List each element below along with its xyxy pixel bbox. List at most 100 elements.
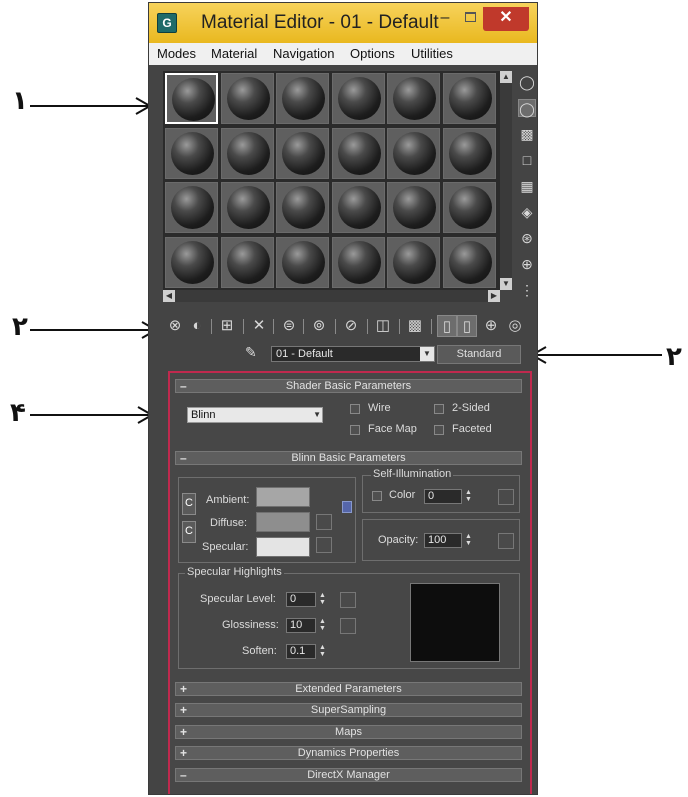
material-sample-slot[interactable]	[331, 236, 385, 288]
material-id-channel-icon[interactable]: ◫	[373, 315, 393, 337]
diffuse-map-button[interactable]	[316, 514, 332, 530]
reset-map-icon[interactable]: ✕	[249, 315, 269, 337]
rollout-supersampling[interactable]: + SuperSampling	[175, 703, 522, 717]
sample-uv-tiling-icon[interactable]: □	[518, 151, 536, 169]
expand-toggle[interactable]: +	[180, 704, 187, 716]
opacity-spinner[interactable]: 100	[424, 533, 462, 548]
go-to-parent-icon[interactable]: ▯	[457, 315, 477, 337]
material-sample-slot[interactable]	[331, 182, 385, 233]
chevron-down-icon[interactable]: ▼	[313, 408, 321, 422]
spinner-arrows-icon[interactable]: ▲ ▼	[318, 592, 327, 607]
material-sample-slot[interactable]	[442, 236, 496, 288]
material-sample-slot[interactable]	[442, 182, 496, 233]
put-to-scene-icon[interactable]: ◐	[187, 315, 207, 337]
glossiness-spinner[interactable]: 10	[286, 618, 316, 633]
spinner-arrows-icon[interactable]: ▲ ▼	[464, 533, 473, 548]
material-sample-slot[interactable]	[276, 182, 329, 233]
material-sample-slot[interactable]	[220, 236, 274, 288]
material-map-navigator-icon[interactable]: ⋮	[518, 281, 536, 299]
material-sample-slot[interactable]	[276, 236, 329, 288]
shader-type-dropdown[interactable]: Blinn ▼	[187, 407, 323, 423]
self-illumination-spinner[interactable]: 0	[424, 489, 462, 504]
sample-type-sphere-icon[interactable]: ◯	[518, 73, 536, 91]
assign-to-selection-icon[interactable]: ⊞	[217, 315, 237, 337]
faceted-checkbox[interactable]	[434, 425, 444, 435]
rollout-directx-manager[interactable]: – DirectX Manager	[175, 768, 522, 782]
opacity-map-button[interactable]	[498, 533, 514, 549]
menu-modes[interactable]: Modes	[157, 46, 196, 61]
scroll-up-arrow-icon[interactable]: ▲	[500, 71, 512, 83]
go-forward-to-sibling-icon[interactable]: ⊕	[481, 315, 501, 337]
title-bar[interactable]: G Material Editor - 01 - Default – ✕	[149, 3, 537, 43]
material-sample-slot[interactable]	[165, 73, 218, 124]
material-sample-slot[interactable]	[220, 127, 274, 179]
lock-diffuse-specular-button[interactable]: C	[182, 521, 196, 543]
options-icon[interactable]: ⊛	[518, 229, 536, 247]
material-sample-slot[interactable]	[331, 73, 385, 124]
rollout-dynamics-properties[interactable]: + Dynamics Properties	[175, 746, 522, 760]
specular-map-button[interactable]	[316, 537, 332, 553]
menu-utilities[interactable]: Utilities	[411, 46, 453, 61]
wire-checkbox[interactable]	[350, 404, 360, 414]
background-checker-icon[interactable]: ▩	[518, 125, 536, 143]
eyedropper-icon[interactable]: ✎	[245, 344, 261, 362]
collapse-toggle[interactable]: –	[180, 452, 187, 464]
rollout-blinn-basic-parameters[interactable]: – Blinn Basic Parameters	[175, 451, 522, 465]
material-sample-slot[interactable]	[220, 182, 274, 233]
self-illumination-map-button[interactable]	[498, 489, 514, 505]
self-illumination-color-checkbox[interactable]	[372, 491, 382, 501]
menu-material[interactable]: Material	[211, 46, 257, 61]
lock-icon[interactable]	[342, 501, 352, 513]
specular-level-spinner[interactable]: 0	[286, 592, 316, 607]
collapse-toggle[interactable]: –	[180, 769, 187, 781]
diffuse-color-swatch[interactable]	[256, 512, 310, 532]
copy-material-icon[interactable]: ⊜	[279, 315, 299, 337]
glossiness-map-button[interactable]	[340, 618, 356, 634]
select-by-material-icon[interactable]: ⊕	[518, 255, 536, 273]
slots-horizontal-scrollbar[interactable]: ◀ ▶	[163, 290, 500, 302]
spinner-arrows-icon[interactable]: ▲ ▼	[318, 644, 327, 659]
put-to-library-icon[interactable]: ⊘	[341, 315, 361, 337]
make-preview-icon[interactable]: ◈	[518, 203, 536, 221]
spinner-arrows-icon[interactable]: ▲ ▼	[464, 489, 473, 504]
expand-toggle[interactable]: +	[180, 726, 187, 738]
two-sided-checkbox[interactable]	[434, 404, 444, 414]
material-name-field[interactable]: 01 - Default ▼	[271, 346, 435, 362]
scroll-right-arrow-icon[interactable]: ▶	[488, 290, 500, 302]
maximize-button[interactable]	[457, 7, 483, 31]
material-sample-slot[interactable]	[220, 73, 274, 124]
material-sample-slot[interactable]	[387, 127, 440, 179]
scroll-down-arrow-icon[interactable]: ▼	[500, 278, 512, 290]
video-color-check-icon[interactable]: ▦	[518, 177, 536, 195]
material-sample-slot[interactable]	[331, 127, 385, 179]
spinner-arrows-icon[interactable]: ▲ ▼	[318, 618, 327, 633]
material-effects-icon[interactable]: ◎	[505, 315, 525, 337]
material-sample-slot[interactable]	[387, 182, 440, 233]
collapse-toggle[interactable]: –	[180, 380, 187, 392]
scroll-left-arrow-icon[interactable]: ◀	[163, 290, 175, 302]
get-material-icon[interactable]: ⊗	[165, 315, 185, 337]
slots-vertical-scrollbar[interactable]: ▲ ▼	[500, 71, 512, 290]
show-shaded-in-viewport-icon[interactable]: ▩	[405, 315, 425, 337]
specular-color-swatch[interactable]	[256, 537, 310, 557]
material-sample-slot[interactable]	[165, 182, 218, 233]
material-sample-slot[interactable]	[276, 73, 329, 124]
menu-options[interactable]: Options	[350, 46, 395, 61]
rollout-shader-basic-parameters[interactable]: – Shader Basic Parameters	[175, 379, 522, 393]
specular-level-map-button[interactable]	[340, 592, 356, 608]
expand-toggle[interactable]: +	[180, 747, 187, 759]
material-sample-slot[interactable]	[165, 236, 218, 288]
ambient-color-swatch[interactable]	[256, 487, 310, 507]
material-sample-slot[interactable]	[165, 127, 218, 179]
soften-spinner[interactable]: 0.1	[286, 644, 316, 659]
material-sample-slot[interactable]	[387, 73, 440, 124]
expand-toggle[interactable]: +	[180, 683, 187, 695]
face-map-checkbox[interactable]	[350, 425, 360, 435]
backlight-icon[interactable]: ◯	[518, 99, 536, 117]
material-sample-slot[interactable]	[387, 236, 440, 288]
app-icon[interactable]: G	[157, 13, 177, 33]
lock-ambient-diffuse-button[interactable]: C	[182, 493, 196, 515]
close-button[interactable]: ✕	[483, 7, 529, 31]
make-unique-icon[interactable]: ⊚	[309, 315, 329, 337]
material-sample-slot[interactable]	[442, 127, 496, 179]
